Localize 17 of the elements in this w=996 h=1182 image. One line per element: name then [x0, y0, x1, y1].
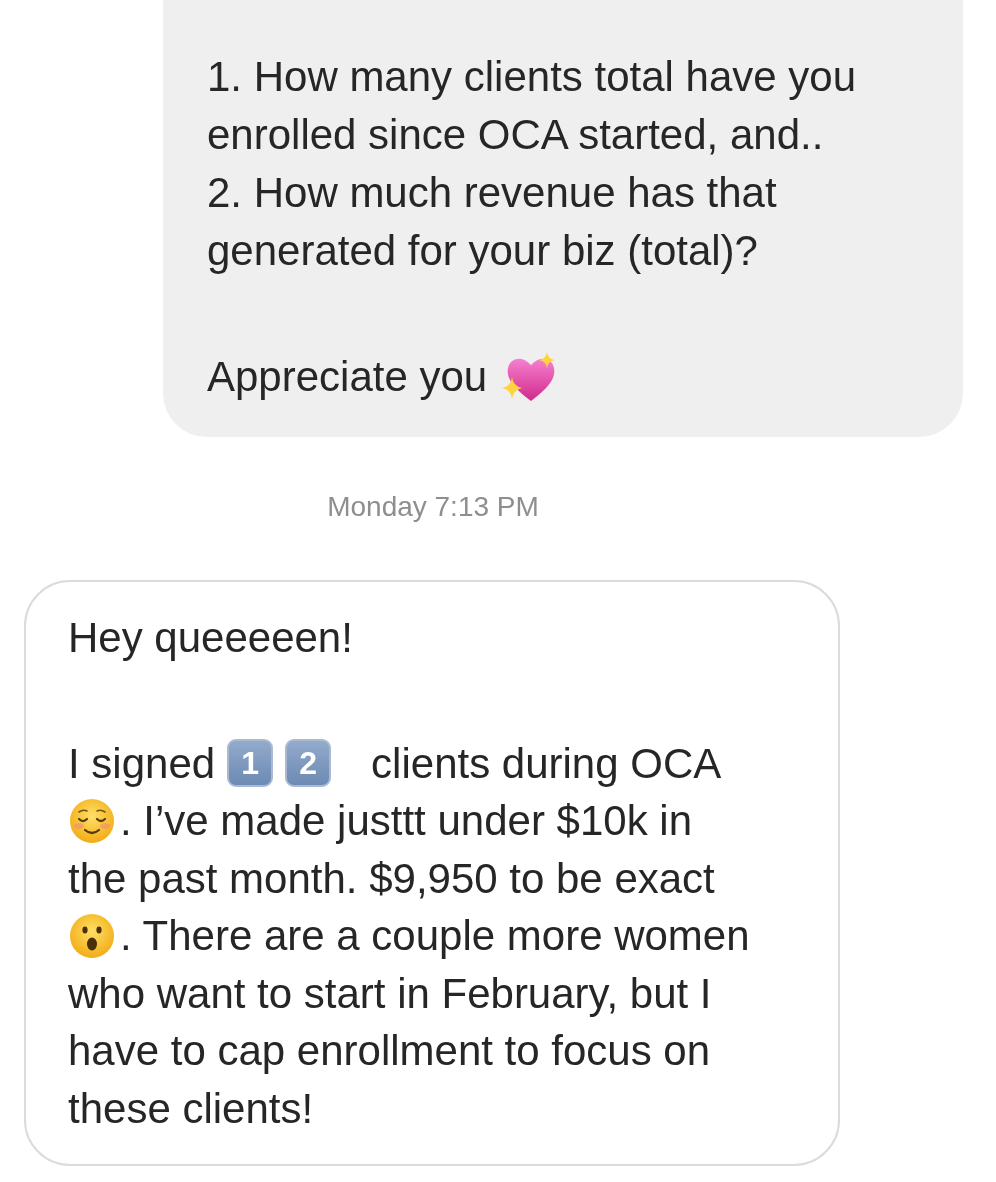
- message-text: who want to start in February, but I: [68, 968, 712, 1019]
- number-keycap: 2: [285, 739, 332, 788]
- message-text: 1. How many clients total have you enrolled since OCA started, and..: [207, 52, 857, 160]
- message-text: . I’ve made justtt under $10k in: [120, 796, 692, 846]
- number-keycap: 1: [227, 739, 274, 788]
- message-text: . There are a couple more women: [120, 911, 750, 961]
- message-text: have to cap enrollment to focus on: [68, 1026, 711, 1076]
- message-text: 2. How much revenue has that generated for your biz (total)?: [207, 168, 778, 276]
- message-text: Hey queeeeen!: [68, 613, 353, 663]
- surprised-face-icon: [70, 913, 114, 958]
- message-text: clients during OCA: [371, 738, 722, 789]
- message-text: I signed: [68, 738, 216, 789]
- message-text: the past month. $9,950 to be exact: [68, 853, 715, 904]
- smiling-face-icon: [70, 798, 114, 843]
- message-text: Appreciate you: [207, 352, 488, 403]
- timestamp: Monday 7:13 PM: [327, 490, 539, 524]
- message-text: these clients!: [68, 1083, 314, 1134]
